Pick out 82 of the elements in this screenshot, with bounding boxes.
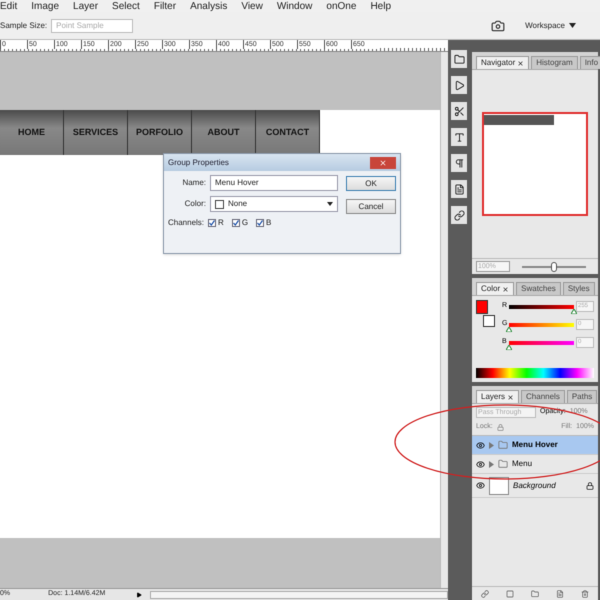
tool-button[interactable] (451, 50, 467, 68)
caret-icon (569, 23, 576, 28)
tool-button[interactable] (451, 102, 467, 120)
main-nav-entry[interactable]: Help (370, 0, 392, 14)
check-icon (209, 220, 216, 226)
color-spectrum[interactable] (476, 368, 594, 378)
tool-button[interactable] (451, 206, 467, 224)
main-nav-entry[interactable]: Select (112, 0, 140, 14)
main-nav-entry[interactable]: onOne (326, 0, 356, 14)
sample-size-label: Sample Size: (0, 20, 48, 32)
main-nav-entry[interactable]: Window (276, 0, 312, 14)
main-nav-entry[interactable]: View (241, 0, 263, 14)
tool-button[interactable] (451, 154, 467, 172)
background-swatch[interactable] (483, 315, 495, 327)
dialog-button[interactable]: OK (346, 176, 396, 191)
folder-icon (454, 54, 464, 64)
channel-checkbox[interactable]: B (256, 217, 272, 229)
expand-icon[interactable] (489, 442, 494, 448)
panel-tab[interactable]: Histogram (531, 56, 578, 69)
panel-tab[interactable]: Info (580, 56, 600, 69)
expand-icon[interactable] (489, 460, 494, 468)
dialog-title: Group Properties (168, 156, 229, 168)
document-icon (454, 184, 464, 194)
color-dropdown[interactable]: None (210, 196, 338, 212)
channel-checkbox[interactable]: R (208, 217, 224, 229)
panel-list-row[interactable]: Background (472, 474, 598, 498)
play-icon (454, 80, 464, 90)
lock-icon[interactable] (496, 424, 504, 431)
check-icon (232, 220, 239, 226)
channels-label: Channels: (168, 217, 204, 229)
main-nav-entry[interactable]: Edit (0, 0, 18, 14)
paragraph-icon (454, 158, 464, 168)
panel-tab[interactable]: Color (476, 282, 514, 295)
layer-thumbnail (489, 476, 509, 494)
main-nav-entry[interactable]: Image (31, 0, 60, 14)
link-icon (454, 210, 464, 220)
panel-tab[interactable]: Paths (566, 390, 598, 403)
slider-thumb[interactable] (506, 344, 512, 350)
channel-checkbox[interactable]: G (232, 217, 248, 229)
vertical-scrollbar[interactable] (440, 52, 448, 588)
foreground-swatch[interactable] (476, 300, 488, 314)
close-icon[interactable] (502, 286, 510, 292)
workspace-menu[interactable]: Workspace (525, 20, 576, 32)
folder-icon (498, 459, 508, 469)
dialog-button[interactable]: Cancel (346, 199, 396, 214)
tool-button[interactable] (451, 180, 467, 198)
slider-thumb[interactable] (506, 326, 512, 332)
tool-button[interactable] (451, 76, 467, 94)
close-button[interactable] (370, 156, 396, 168)
play-icon[interactable] (136, 592, 142, 598)
panel-list-row[interactable]: Menu Hover (472, 436, 598, 455)
caret-icon (327, 202, 333, 206)
name-label: Name: (181, 177, 206, 189)
panel-tab[interactable]: Swatches (516, 282, 561, 295)
folder-icon[interactable] (530, 590, 539, 598)
visibility-icon[interactable] (476, 440, 485, 450)
close-icon (379, 158, 387, 166)
horizontal-scrollbar[interactable] (150, 590, 448, 598)
slider-thumb[interactable] (571, 308, 577, 314)
visibility-icon[interactable] (476, 481, 485, 490)
folder-icon (498, 440, 508, 450)
panel-tab[interactable]: Navigator (476, 56, 530, 69)
trash-icon[interactable] (581, 590, 590, 598)
close-icon[interactable] (517, 60, 524, 66)
name-field[interactable]: Menu Hover (210, 175, 338, 191)
close-icon[interactable] (507, 394, 514, 400)
mask-icon[interactable] (506, 590, 514, 598)
main-nav-entry[interactable]: Filter (154, 0, 176, 14)
color-label: Color: (184, 198, 206, 210)
scissors-icon (454, 106, 464, 116)
link-icon[interactable] (480, 590, 489, 598)
visibility-icon[interactable] (476, 460, 485, 468)
tool-button[interactable] (451, 128, 467, 146)
main-nav-entry[interactable]: Analysis (190, 0, 228, 14)
text-icon (454, 132, 464, 142)
check-icon (257, 220, 264, 226)
panel-tab[interactable]: Layers (476, 390, 520, 403)
new-layer-icon[interactable] (556, 590, 564, 598)
main-nav-entry[interactable]: Layer (73, 0, 98, 14)
panel-tab[interactable]: Styles (562, 282, 595, 295)
camera-icon[interactable] (491, 18, 506, 32)
panel-tab[interactable]: Channels (521, 390, 565, 403)
